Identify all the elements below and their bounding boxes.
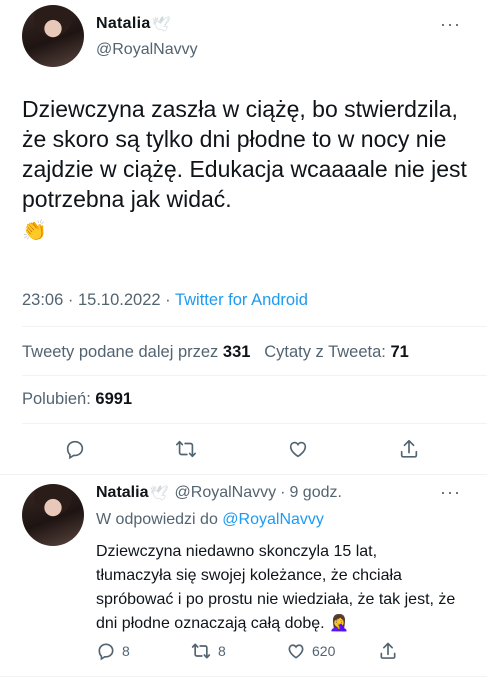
more-options-icon[interactable]: ··· — [440, 14, 461, 35]
likes-label: Polubień: — [22, 390, 91, 408]
retweet-action[interactable]: 8 — [190, 641, 226, 661]
like-icon — [288, 644, 304, 659]
retweets-label: Tweety podane dalej przez — [22, 343, 219, 361]
reply-action[interactable]: 8 — [96, 641, 130, 661]
like-icon[interactable] — [285, 436, 311, 462]
clapping-hands-emoji: 👏 — [22, 220, 47, 242]
tweet-date[interactable]: 15.10.2022 — [78, 291, 161, 309]
retweets-count: 331 — [222, 343, 251, 361]
author-handle[interactable]: @RoyalNavvy — [96, 41, 198, 59]
reply-header: Natalia 🕊 @RoyalNavvy · 9 godz. — [96, 484, 342, 502]
header-separator: · — [280, 484, 286, 501]
reply-avatar[interactable] — [22, 484, 84, 546]
reply-icon — [98, 643, 114, 661]
replying-to-label: W odpowiedzi do — [96, 511, 218, 528]
divider — [22, 375, 487, 376]
quotes-label: Cytaty z Tweeta: — [264, 343, 386, 361]
reply-author-display-name[interactable]: Natalia — [96, 484, 148, 502]
reply-icon[interactable] — [62, 436, 88, 462]
divider — [0, 676, 487, 677]
facepalm-emoji: 🤦‍♀️ — [329, 615, 349, 632]
reply-body: Dziewczyna niedawno skonczyla 15 lat, tł… — [96, 543, 456, 632]
share-action[interactable] — [378, 641, 404, 661]
author-display-name[interactable]: Natalia — [96, 15, 151, 33]
reply-count: 8 — [122, 643, 130, 659]
retweet-icon[interactable] — [173, 436, 199, 462]
share-icon — [380, 642, 396, 659]
divider — [0, 474, 487, 475]
divider — [22, 326, 487, 327]
divider — [22, 423, 487, 424]
likes-stats[interactable]: Polubień: 6991 — [22, 390, 132, 409]
like-count: 620 — [312, 643, 336, 659]
meta-separator: · — [165, 291, 171, 309]
tweet-meta: 23:06 · 15.10.2022 · Twitter for Android — [22, 291, 308, 310]
avatar[interactable] — [22, 5, 84, 67]
reply-author-handle[interactable]: @RoyalNavvy — [175, 484, 277, 502]
dove-icon: 🕊 — [151, 16, 171, 33]
quotes-count: 71 — [390, 343, 409, 361]
more-options-icon[interactable]: ··· — [440, 482, 461, 503]
like-action[interactable]: 620 — [286, 641, 335, 661]
dove-icon: 🕊 — [149, 485, 169, 502]
tweet-body: Dziewczyna zaszła w ciążę, bo stwierdzil… — [22, 96, 467, 212]
tweet-source[interactable]: Twitter for Android — [175, 291, 308, 309]
meta-separator: · — [67, 291, 74, 309]
likes-count: 6991 — [95, 390, 133, 408]
replying-to: W odpowiedzi do @RoyalNavvy — [96, 511, 324, 529]
reply-tweet-text: Dziewczyna niedawno skonczyla 15 lat, tł… — [96, 540, 456, 636]
author-name-row[interactable]: Natalia 🕊 — [96, 15, 171, 33]
reply-time[interactable]: 9 godz. — [289, 484, 341, 502]
retweet-icon — [191, 643, 211, 659]
retweet-count: 8 — [218, 643, 226, 659]
retweet-stats[interactable]: Tweety podane dalej przez 331 Cytaty z T… — [22, 343, 409, 362]
replying-to-handle[interactable]: @RoyalNavvy — [222, 511, 324, 528]
tweet-text: Dziewczyna zaszła w ciążę, bo stwierdzil… — [22, 94, 472, 246]
share-icon[interactable] — [396, 436, 422, 462]
tweet-time: 23:06 — [22, 291, 64, 309]
